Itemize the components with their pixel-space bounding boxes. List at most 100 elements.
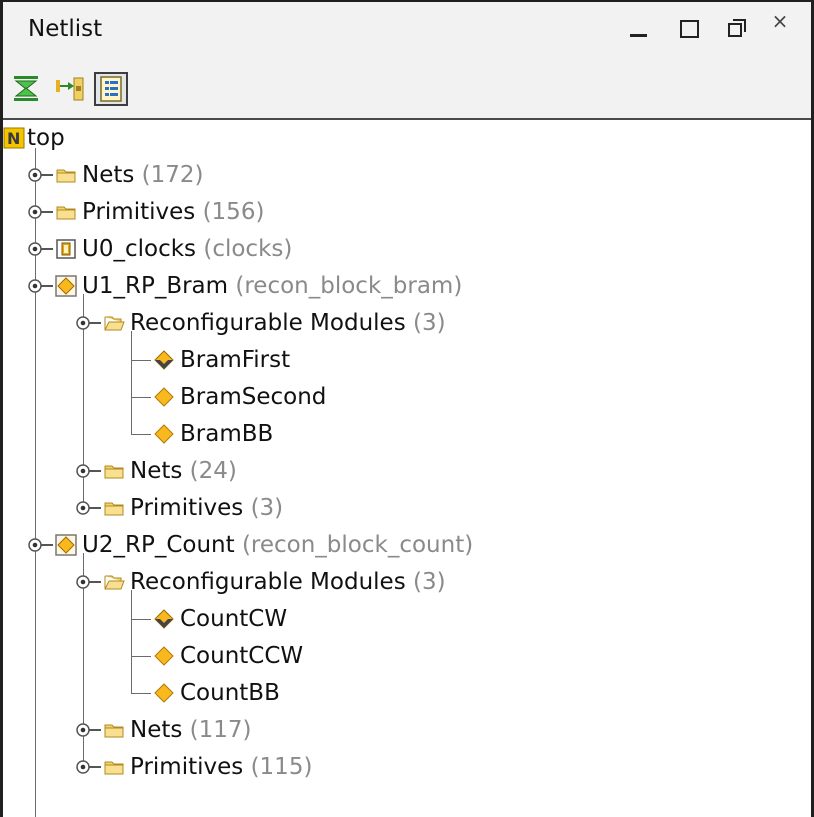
module-diamond-icon [153, 645, 175, 667]
tree-item[interactable]: Nets (172) [82, 160, 204, 190]
expand-all-icon [56, 77, 84, 101]
module-diamond-icon [153, 423, 175, 445]
tree-item-name: Reconfigurable Modules [130, 569, 406, 595]
folder-open-icon [103, 312, 125, 334]
netlist-tree: Ntop Nets (172) Primitives (156) U0_clocks … [3, 120, 811, 817]
tree-connector-line [131, 693, 151, 694]
folder-open-icon [103, 571, 125, 593]
tree-connector-line [131, 619, 151, 620]
folder-icon [55, 201, 77, 223]
active-module-diamond-icon [153, 608, 175, 630]
tree-item-meta: (172) [141, 162, 204, 188]
tree-item[interactable]: Primitives (156) [82, 197, 264, 227]
tree-expander-icon[interactable] [75, 722, 105, 738]
tree-item[interactable]: BramBB [180, 419, 273, 449]
svg-text:N: N [7, 129, 20, 148]
tree-item-meta: (3) [250, 495, 284, 521]
tree-item-name: U2_RP_Count [82, 532, 235, 558]
tree-item-name: CountCW [180, 606, 288, 632]
tree-item[interactable]: CountCW [180, 604, 287, 634]
tree-item-name: top [27, 125, 65, 151]
tree-root-label[interactable]: top [27, 123, 65, 153]
tree-expander-icon[interactable] [27, 278, 57, 294]
show-hierarchy-button[interactable] [94, 72, 128, 106]
tree-item-meta: (117) [189, 717, 252, 743]
collapse-all-button[interactable] [10, 72, 44, 106]
tree-expander-icon[interactable] [75, 463, 105, 479]
minimize-button[interactable] [621, 12, 655, 46]
tree-item[interactable]: CountCCW [180, 641, 303, 671]
tree-item-name: Nets [130, 717, 183, 743]
tree-item-name: Reconfigurable Modules [130, 310, 406, 336]
collapse-all-icon [14, 76, 38, 101]
tree-item-meta: (115) [250, 754, 313, 780]
tree-item[interactable]: U2_RP_Count (recon_block_count) [82, 530, 473, 560]
tree-connector-line [131, 397, 151, 398]
reconfigurable-partition-icon [55, 534, 77, 556]
tree-item-meta: (3) [413, 569, 446, 595]
active-module-diamond-icon [153, 349, 175, 371]
show-hierarchy-icon [100, 76, 122, 102]
restore-icon [728, 19, 746, 37]
tree-item-name: Nets [82, 162, 135, 188]
tree-item-meta: (recon_block_bram) [235, 273, 463, 299]
tree-item-name: Primitives [130, 495, 244, 521]
tree-item[interactable]: CountBB [180, 678, 280, 708]
tree-expander-icon[interactable] [27, 241, 57, 257]
tree-expander-icon[interactable] [75, 500, 105, 516]
tree-connector-line [35, 545, 36, 817]
tree-item-name: U0_clocks [82, 236, 197, 262]
tree-item[interactable]: BramFirst [180, 345, 290, 375]
minimize-icon [630, 34, 647, 37]
module-diamond-icon [153, 682, 175, 704]
tree-item[interactable]: Primitives (115) [130, 752, 312, 782]
tree-expander-icon[interactable] [75, 759, 105, 775]
tree-item-meta: (recon_block_count) [241, 532, 474, 558]
netlist-panel: Netlist × N top Nets (172) Primitives (1… [0, 0, 814, 817]
tree-expander-icon[interactable] [27, 167, 57, 183]
clock-cell-icon [55, 238, 77, 260]
folder-icon [103, 719, 125, 741]
restore-button[interactable] [721, 12, 755, 46]
tree-item-meta: (156) [202, 199, 265, 225]
tree-expander-icon[interactable] [27, 204, 57, 220]
tree-item[interactable]: U0_clocks (clocks) [82, 234, 292, 264]
tree-item-meta: (clocks) [203, 236, 293, 262]
panel-titlebar: Netlist × [3, 2, 811, 60]
tree-connector-line [131, 656, 151, 657]
maximize-button[interactable] [673, 12, 707, 46]
tree-item-name: U1_RP_Bram [82, 273, 229, 299]
tree-item[interactable]: Primitives (3) [130, 493, 283, 523]
tree-expander-icon[interactable] [75, 315, 105, 331]
tree-item-name: CountBB [180, 680, 280, 706]
panel-title: Netlist [28, 16, 103, 42]
tree-item[interactable]: U1_RP_Bram (recon_block_bram) [82, 271, 462, 301]
expand-all-button[interactable] [52, 72, 86, 106]
close-button[interactable]: × [763, 6, 797, 40]
close-icon: × [771, 9, 789, 33]
tree-item-name: CountCCW [180, 643, 304, 669]
tree-item[interactable]: BramSecond [180, 382, 326, 412]
folder-icon [103, 497, 125, 519]
tree-item[interactable]: Reconfigurable Modules (3) [130, 308, 446, 338]
tree-item-name: BramSecond [180, 384, 327, 410]
maximize-icon [680, 20, 699, 38]
tree-item-name: BramBB [180, 421, 274, 447]
tree-expander-icon[interactable] [75, 574, 105, 590]
tree-item[interactable]: Nets (117) [130, 715, 252, 745]
tree-connector-line [131, 590, 132, 693]
folder-icon [103, 460, 125, 482]
tree-item-name: Primitives [82, 199, 196, 225]
folder-icon [103, 756, 125, 778]
reconfigurable-partition-icon [55, 275, 77, 297]
module-diamond-icon [153, 386, 175, 408]
folder-icon [55, 164, 77, 186]
tree-connector-line [131, 331, 132, 434]
tree-item-name: BramFirst [180, 347, 291, 373]
panel-toolbar [3, 60, 811, 120]
tree-item-meta: (3) [413, 310, 446, 336]
tree-item[interactable]: Nets (24) [130, 456, 237, 486]
tree-item-name: Primitives [130, 754, 244, 780]
tree-expander-icon[interactable] [27, 537, 57, 553]
tree-item[interactable]: Reconfigurable Modules (3) [130, 567, 446, 597]
